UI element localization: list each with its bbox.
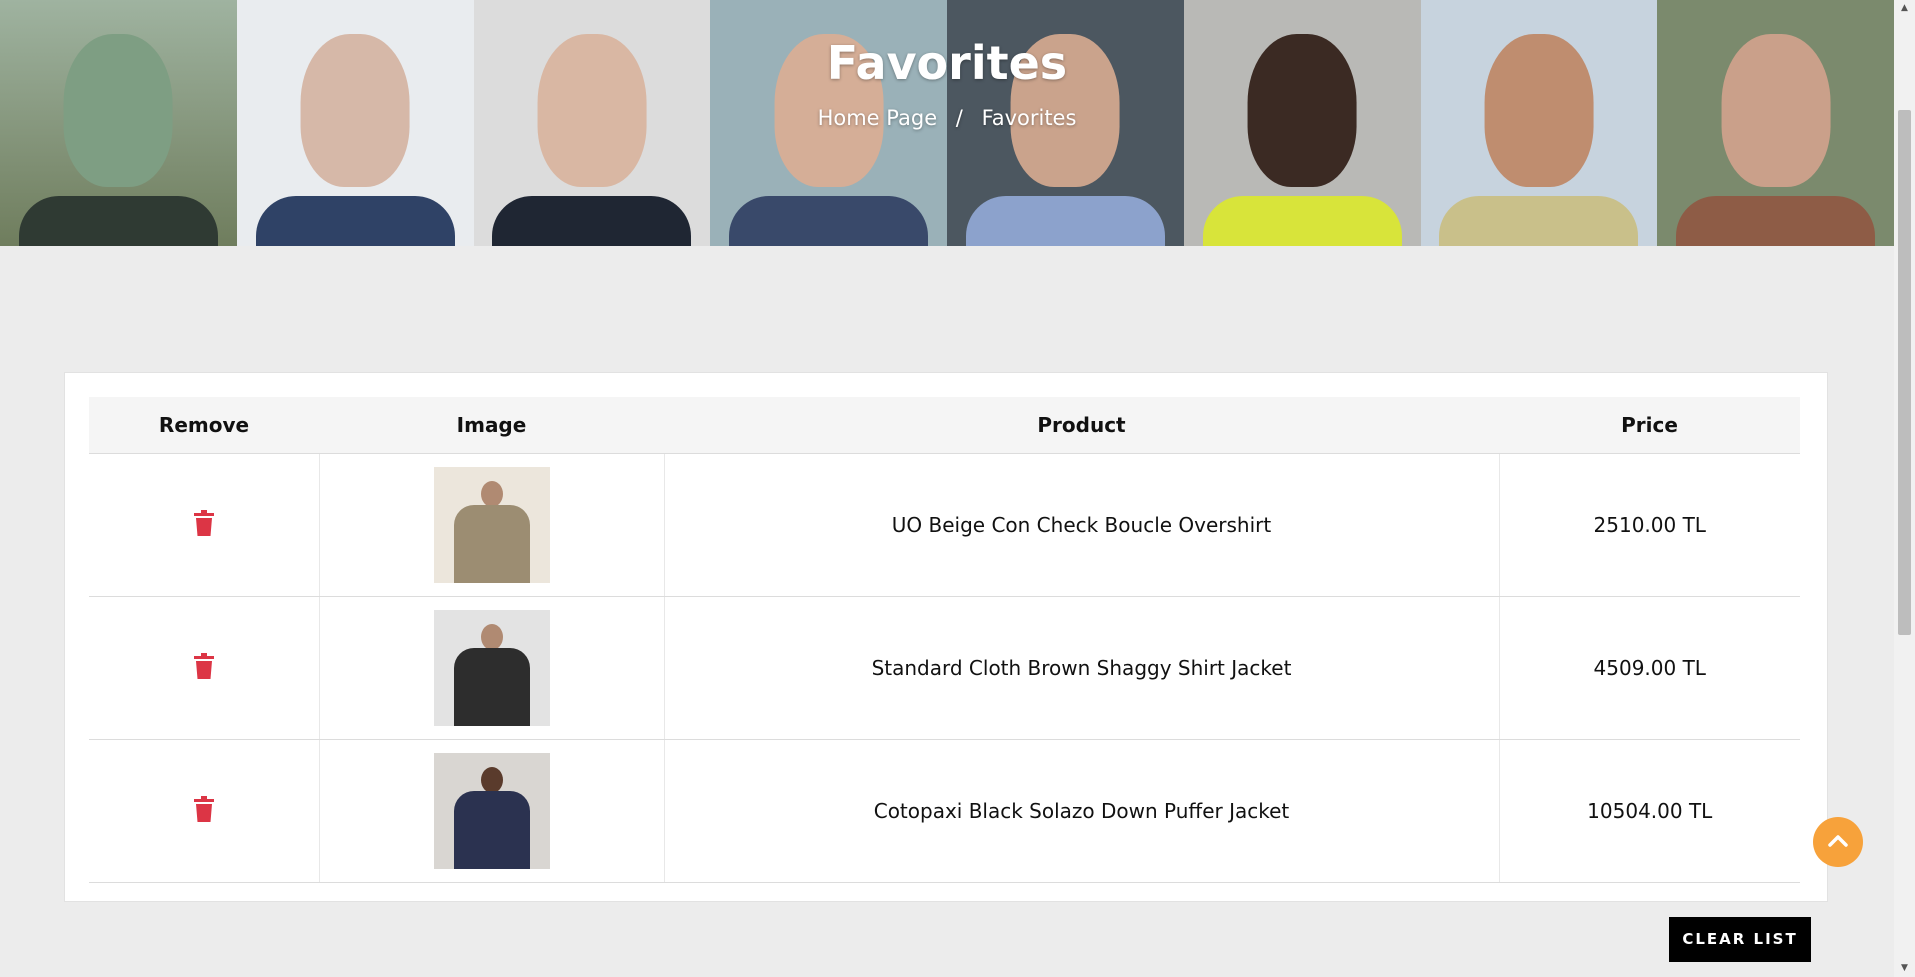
- image-cell: [318, 596, 664, 740]
- image-cell: [318, 739, 664, 883]
- column-header-image: Image: [319, 397, 664, 454]
- table-row: UO Beige Con Check Boucle Overshirt 2510…: [89, 453, 1800, 597]
- product-price: 10504.00 TL: [1498, 739, 1800, 883]
- product-thumbnail[interactable]: [433, 610, 550, 726]
- product-thumbnail[interactable]: [433, 753, 550, 869]
- favorites-table: Remove Image Product Price UO Beige Con …: [89, 397, 1800, 883]
- image-cell: [318, 453, 664, 597]
- remove-cell: [89, 596, 319, 740]
- table-row: Cotopaxi Black Solazo Down Puffer Jacket…: [89, 739, 1800, 883]
- page-title: Favorites: [826, 36, 1068, 90]
- product-price: 4509.00 TL: [1498, 596, 1800, 740]
- column-header-product: Product: [664, 397, 1499, 454]
- trash-icon[interactable]: [193, 509, 215, 536]
- product-thumbnail[interactable]: [433, 467, 550, 583]
- breadcrumb-separator: /: [955, 106, 963, 130]
- page-scrollbar[interactable]: ▲ ▼: [1894, 0, 1915, 977]
- table-row: Standard Cloth Brown Shaggy Shirt Jacket…: [89, 596, 1800, 740]
- back-to-top-button[interactable]: [1813, 817, 1863, 867]
- product-name[interactable]: UO Beige Con Check Boucle Overshirt: [663, 453, 1499, 597]
- remove-cell: [89, 453, 319, 597]
- product-price: 2510.00 TL: [1498, 453, 1800, 597]
- product-name[interactable]: Standard Cloth Brown Shaggy Shirt Jacket: [663, 596, 1499, 740]
- scroll-up-arrow[interactable]: ▲: [1894, 0, 1915, 17]
- scrollbar-thumb[interactable]: [1898, 110, 1911, 635]
- breadcrumb-home-link[interactable]: Home Page: [818, 106, 938, 130]
- column-header-remove: Remove: [89, 397, 319, 454]
- chevron-up-icon: [1828, 835, 1848, 847]
- clear-list-button[interactable]: CLEAR LIST: [1669, 917, 1811, 962]
- breadcrumb-current: Favorites: [981, 106, 1077, 130]
- trash-icon[interactable]: [193, 652, 215, 679]
- scroll-down-arrow[interactable]: ▼: [1894, 960, 1915, 977]
- table-header-row: Remove Image Product Price: [89, 397, 1800, 454]
- column-header-price: Price: [1499, 397, 1800, 454]
- product-name[interactable]: Cotopaxi Black Solazo Down Puffer Jacket: [663, 739, 1499, 883]
- favorites-card: Remove Image Product Price UO Beige Con …: [64, 372, 1828, 902]
- breadcrumb: Home Page / Favorites: [0, 106, 1894, 130]
- trash-icon[interactable]: [193, 795, 215, 822]
- remove-cell: [89, 739, 319, 883]
